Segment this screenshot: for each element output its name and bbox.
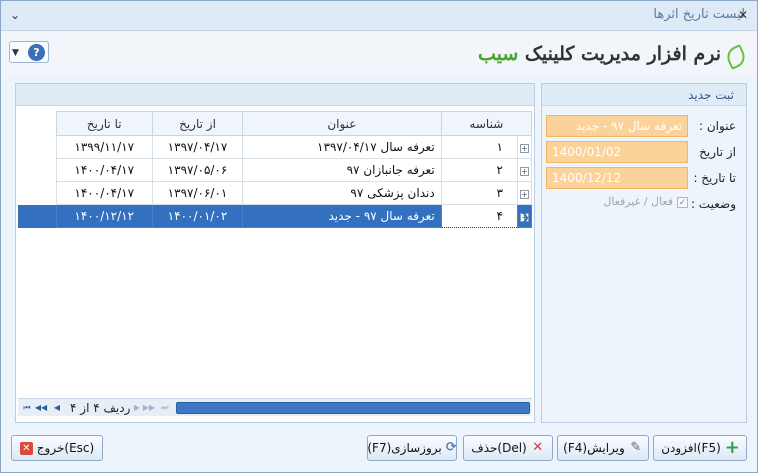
prev-page-icon[interactable]: ◀◀ xyxy=(34,401,48,415)
add-label: افزودن(F5) xyxy=(661,441,721,455)
chevron-down-icon[interactable]: ▼ xyxy=(12,48,19,58)
row-to-date: ۱۴۰۰/۱۲/۱۲ xyxy=(55,204,153,228)
help-icon[interactable]: ? xyxy=(28,44,45,61)
row-id: ۲ xyxy=(440,158,518,182)
status-checkbox[interactable]: ✓ xyxy=(677,196,688,208)
title-label: عنوان : xyxy=(699,119,736,133)
title-bar: لیست تاریخ اثرها ⌄ ✕ xyxy=(1,1,757,31)
to-date-input[interactable]: 1400/12/12 xyxy=(546,167,688,189)
row-indicator-icon: ❯ xyxy=(520,210,531,224)
title-input[interactable]: تعرفه سال ۹۷ - جدید xyxy=(546,115,688,137)
edit-label: (F4)ویرایش xyxy=(563,441,625,455)
row-from-date: ۱۳۹۷/۰۵/۰۶ xyxy=(151,158,244,182)
panel-title: ثبت جدید xyxy=(688,88,734,102)
table-row[interactable]: ۱۴۰۰/۰۴/۱۷ ۱۳۹۷/۰۵/۰۶ تعرفه جانبازان ۹۷ … xyxy=(18,158,533,182)
edit-button[interactable]: (F4)ویرایش ✎ xyxy=(557,435,649,461)
delete-icon: ✕ xyxy=(532,440,544,455)
row-id: ۳ xyxy=(440,181,518,205)
logo-prefix: نرم افزار مدیریت کلینیک xyxy=(524,43,721,65)
column-title[interactable]: عنوان xyxy=(242,111,442,136)
row-title: تعرفه سال ۹۷ - جدید xyxy=(242,204,442,228)
to-date-row: تا تاریخ : 1400/12/12 xyxy=(546,167,736,189)
plus-icon: + xyxy=(724,437,740,458)
prev-record-icon[interactable]: ◀ xyxy=(50,401,64,415)
exit-icon: ✕ xyxy=(19,441,33,455)
exit-label: خروج(Esc) xyxy=(36,441,95,455)
expand-icon[interactable]: + xyxy=(516,181,533,205)
grid-header-spacer xyxy=(18,112,56,136)
apple-leaf-icon xyxy=(725,43,743,65)
new-entry-panel: ثبت جدید عنوان : تعرفه سال ۹۷ - جدید از … xyxy=(541,83,747,423)
to-date-label: تا تاریخ : xyxy=(693,171,736,185)
expand-icon[interactable]: + xyxy=(516,158,533,182)
grid-group-strip xyxy=(16,84,534,106)
window-title: لیست تاریخ اثرها xyxy=(653,7,745,22)
window-menu-icon[interactable]: ⌄ xyxy=(7,7,23,23)
row-to-date: ۱۴۰۰/۰۴/۱۷ xyxy=(55,158,153,182)
table-row-selected[interactable]: ۱۴۰۰/۱۲/۱۲ ۱۴۰۰/۰۱/۰۲ تعرفه سال ۹۷ - جدی… xyxy=(18,204,533,228)
expand-icon[interactable]: + xyxy=(516,135,533,159)
refresh-icon: ⟳ xyxy=(445,440,457,455)
column-to-date[interactable]: تا تاریخ xyxy=(55,111,153,136)
logo-brand: سیب xyxy=(477,43,519,65)
title-row: عنوان : تعرفه سال ۹۷ - جدید xyxy=(546,115,736,137)
status-row: وضعیت : ✓ فعال / غیرفعال xyxy=(546,193,736,215)
status-label: وضعیت : xyxy=(690,197,736,211)
record-position: ردیف ۴ از ۴ xyxy=(70,401,131,415)
logo-text: نرم افزار مدیریت کلینیک سیب xyxy=(478,43,721,65)
last-record-icon[interactable]: ⏭ xyxy=(158,401,172,415)
column-id[interactable]: شناسه xyxy=(440,111,533,136)
panel-header: ثبت جدید xyxy=(542,84,746,106)
row-to-date: ۱۴۰۰/۰۴/۱۷ xyxy=(55,181,153,205)
refresh-button[interactable]: (F7)بروزسازی ⟳ xyxy=(367,435,457,461)
grid-navigator: ⏮ ◀◀ ◀ ردیف ۴ از ۴ ▶ ▶▶ ⏭ xyxy=(18,398,532,416)
row-id: ۴ xyxy=(440,204,518,228)
table-row[interactable]: ۱۳۹۹/۱۱/۱۷ ۱۳۹۷/۰۴/۱۷ تعرفه سال ۱۳۹۷/۰۴/… xyxy=(18,135,533,159)
header-band: نرم افزار مدیریت کلینیک سیب xyxy=(1,31,757,75)
exit-button[interactable]: ✕ خروج(Esc) xyxy=(11,435,103,461)
edit-icon: ✎ xyxy=(630,440,642,455)
delete-button[interactable]: حذف(Del) ✕ xyxy=(463,435,553,461)
first-record-icon[interactable]: ⏮ xyxy=(20,401,34,415)
app-window: لیست تاریخ اثرها ⌄ ✕ نرم افزار مدیریت کل… xyxy=(0,0,758,473)
horizontal-scrollbar[interactable] xyxy=(176,402,530,414)
status-checkbox-area[interactable]: ✓ فعال / غیرفعال xyxy=(546,195,688,213)
delete-label: حذف(Del) xyxy=(471,441,527,455)
row-from-date: ۱۳۹۷/۰۶/۰۱ xyxy=(151,181,244,205)
grid-header-row: تا تاریخ از تاریخ عنوان شناسه xyxy=(18,111,533,136)
column-from-date[interactable]: از تاریخ xyxy=(151,111,244,136)
from-date-row: از تاریخ 1400/01/02 xyxy=(546,141,736,163)
close-icon[interactable]: ✕ xyxy=(735,7,751,23)
records-grid: تا تاریخ از تاریخ عنوان شناسه ۱۳۹۹/۱۱/۱۷… xyxy=(18,111,533,228)
row-id: ۱ xyxy=(440,135,518,159)
row-to-date: ۱۳۹۹/۱۱/۱۷ xyxy=(55,135,153,159)
table-row[interactable]: ۱۴۰۰/۰۴/۱۷ ۱۳۹۷/۰۶/۰۱ دندان پزشکی ۹۷ ۳ + xyxy=(18,181,533,205)
help-button[interactable]: ▼ ? xyxy=(9,41,49,63)
row-title: دندان پزشکی ۹۷ xyxy=(242,181,442,205)
row-title: تعرفه سال ۱۳۹۷/۰۴/۱۷ xyxy=(242,135,442,159)
next-page-icon[interactable]: ▶▶ xyxy=(142,401,156,415)
records-panel: تا تاریخ از تاریخ عنوان شناسه ۱۳۹۹/۱۱/۱۷… xyxy=(15,83,535,423)
row-from-date: ۱۴۰۰/۰۱/۰۲ xyxy=(151,204,244,228)
add-button[interactable]: افزودن(F5) + xyxy=(653,435,747,461)
refresh-label: (F7)بروزسازی xyxy=(367,441,442,455)
row-from-date: ۱۳۹۷/۰۴/۱۷ xyxy=(151,135,244,159)
status-option-label: فعال / غیرفعال xyxy=(603,195,673,208)
row-title: تعرفه جانبازان ۹۷ xyxy=(242,158,442,182)
app-logo: نرم افزار مدیریت کلینیک سیب xyxy=(478,39,743,69)
from-date-label: از تاریخ xyxy=(699,145,736,159)
from-date-input[interactable]: 1400/01/02 xyxy=(546,141,688,163)
